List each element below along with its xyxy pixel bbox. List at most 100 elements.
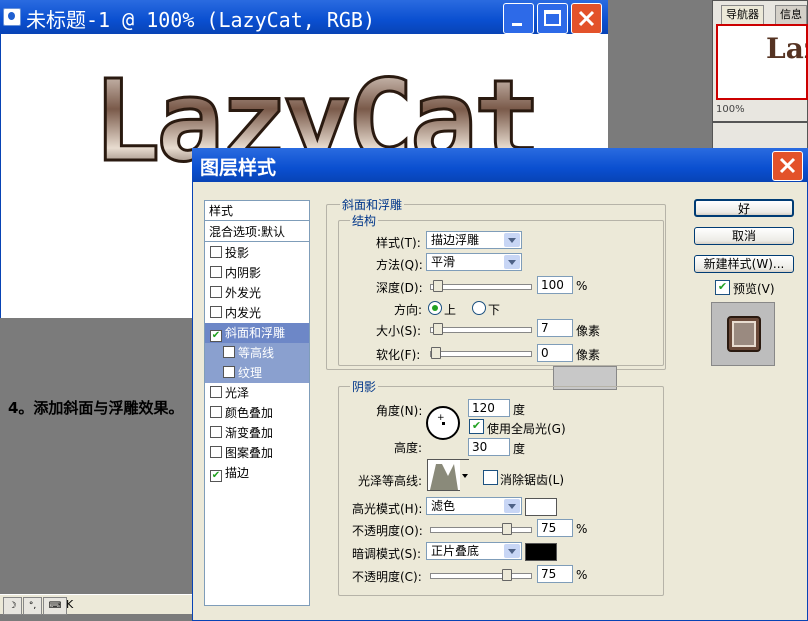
contour-curve-icon: [430, 460, 470, 492]
style-item-checkbox[interactable]: ✔: [210, 470, 222, 482]
style-item-4[interactable]: 内发光: [205, 303, 309, 323]
style-item-label: 投影: [225, 246, 250, 260]
tab-navigator[interactable]: 导航器: [721, 5, 764, 24]
blend-options-item[interactable]: 混合选项:默认: [205, 222, 309, 242]
style-item-checkbox[interactable]: [223, 366, 235, 378]
style-item-checkbox[interactable]: [223, 346, 235, 358]
depth-slider[interactable]: [430, 280, 532, 292]
angle-input[interactable]: 120: [468, 399, 510, 417]
direction-label: 方向:: [394, 303, 423, 317]
direction-up-label: 上: [444, 303, 457, 317]
dialog-title-bar[interactable]: 图层样式: [192, 148, 808, 182]
document-title-bar[interactable]: 未标题-1 @ 100% (LazyCat, RGB): [0, 0, 608, 34]
size-input[interactable]: 7: [537, 319, 573, 337]
style-item-checkbox[interactable]: [210, 266, 222, 278]
highlight-opacity-slider[interactable]: [430, 523, 532, 535]
preview-checkbox[interactable]: ✔: [715, 280, 730, 295]
style-item-label: 渐变叠加: [225, 426, 274, 440]
style-item-6[interactable]: 等高线: [205, 343, 309, 363]
size-slider[interactable]: [430, 323, 532, 335]
slider-thumb[interactable]: [502, 523, 512, 535]
direction-up-radio[interactable]: [428, 301, 442, 315]
minimize-button[interactable]: [503, 3, 534, 34]
depth-label: 深度(D):: [376, 281, 423, 295]
style-item-label: 内阴影: [225, 266, 262, 280]
style-item-label: 外发光: [225, 286, 262, 300]
soften-unit: 像素: [576, 348, 601, 362]
maximize-button[interactable]: [537, 3, 568, 34]
style-item-10[interactable]: 渐变叠加: [205, 423, 309, 443]
status-text: K: [66, 598, 74, 611]
direction-down-radio[interactable]: [472, 301, 486, 315]
soften-input[interactable]: 0: [537, 344, 573, 362]
angle-dial[interactable]: +: [426, 406, 460, 440]
tab-info[interactable]: 信息: [775, 5, 807, 24]
style-item-label: 斜面和浮雕: [225, 326, 286, 340]
style-item-checkbox[interactable]: [210, 306, 222, 318]
moon-icon[interactable]: ☽: [3, 597, 22, 615]
preview-swatch-icon: [727, 316, 761, 352]
style-item-checkbox[interactable]: [210, 386, 222, 398]
keyboard-icon[interactable]: ⌨: [43, 597, 67, 615]
technique-value: 平滑: [431, 255, 456, 269]
quote-icon[interactable]: °,: [23, 597, 42, 615]
step-caption: 4。添加斜面与浮雕效果。: [8, 399, 184, 417]
style-item-checkbox[interactable]: [210, 446, 222, 458]
style-item-11[interactable]: 图案叠加: [205, 443, 309, 463]
structure-title: 结构: [350, 212, 379, 229]
dialog-title: 图层样式: [200, 157, 277, 179]
global-light-checkbox[interactable]: ✔: [469, 419, 484, 434]
close-button[interactable]: [571, 3, 602, 34]
style-item-checkbox[interactable]: [210, 286, 222, 298]
bevel-style-value: 描边浮雕: [431, 233, 480, 247]
cancel-button[interactable]: 取消: [694, 227, 794, 245]
slider-thumb[interactable]: [502, 569, 512, 581]
style-item-label: 等高线: [238, 346, 275, 360]
highlight-mode-label: 高光模式(H):: [352, 502, 423, 516]
depth-input[interactable]: 100: [537, 276, 573, 294]
style-list: 样式 混合选项:默认 投影 内阴影 外发光 内发光 ✔ 斜面和浮雕 等高线 纹理 光泽 颜色叠加渐…: [204, 200, 310, 606]
highlight-opacity-unit: %: [576, 522, 588, 536]
antialias-checkbox[interactable]: [483, 470, 498, 485]
style-item-8[interactable]: 光泽: [205, 383, 309, 403]
highlight-mode-select[interactable]: 滤色: [426, 497, 522, 515]
style-item-7[interactable]: 纹理: [205, 363, 309, 383]
status-bar: ☽ °, ⌨ K: [0, 594, 192, 615]
shadow-opacity-unit: %: [576, 568, 588, 582]
slider-thumb[interactable]: [433, 280, 443, 292]
style-item-5[interactable]: ✔ 斜面和浮雕: [205, 323, 309, 343]
new-style-button[interactable]: 新建样式(W)...: [694, 255, 794, 273]
gloss-contour-picker[interactable]: [427, 459, 470, 492]
style-item-2[interactable]: 内阴影: [205, 263, 309, 283]
shadow-mode-select[interactable]: 正片叠底: [426, 542, 522, 560]
angle-label: 角度(N):: [376, 404, 423, 418]
style-item-checkbox[interactable]: [210, 406, 222, 418]
highlight-opacity-input[interactable]: 75: [537, 519, 573, 537]
photoshop-doc-icon: [3, 8, 21, 26]
navigator-thumbnail[interactable]: Laz: [716, 24, 808, 100]
shadow-opacity-input[interactable]: 75: [537, 565, 573, 583]
style-item-12[interactable]: ✔ 描边: [205, 463, 309, 483]
technique-select[interactable]: 平滑: [426, 253, 522, 271]
slider-thumb[interactable]: [431, 347, 441, 359]
bevel-style-select[interactable]: 描边浮雕: [426, 231, 522, 249]
highlight-color-swatch[interactable]: [525, 498, 557, 516]
style-item-checkbox[interactable]: ✔: [210, 330, 222, 342]
style-item-checkbox[interactable]: [210, 246, 222, 258]
style-item-checkbox[interactable]: [210, 426, 222, 438]
style-item-label: 内发光: [225, 306, 262, 320]
style-list-header: 样式: [205, 201, 309, 221]
technique-label: 方法(Q):: [376, 258, 423, 272]
slider-thumb[interactable]: [433, 323, 443, 335]
dialog-close-button[interactable]: [772, 151, 803, 181]
bevel-section-title: 斜面和浮雕: [340, 196, 405, 213]
style-item-3[interactable]: 外发光: [205, 283, 309, 303]
shadow-opacity-slider[interactable]: [430, 569, 532, 581]
style-item-1[interactable]: 投影: [205, 243, 309, 263]
navigator-zoom[interactable]: 100%: [716, 104, 756, 118]
ok-button[interactable]: 好: [694, 199, 794, 217]
shadow-color-swatch[interactable]: [525, 543, 557, 561]
altitude-input[interactable]: 30: [468, 438, 510, 456]
style-item-9[interactable]: 颜色叠加: [205, 403, 309, 423]
soften-slider[interactable]: [430, 347, 532, 359]
